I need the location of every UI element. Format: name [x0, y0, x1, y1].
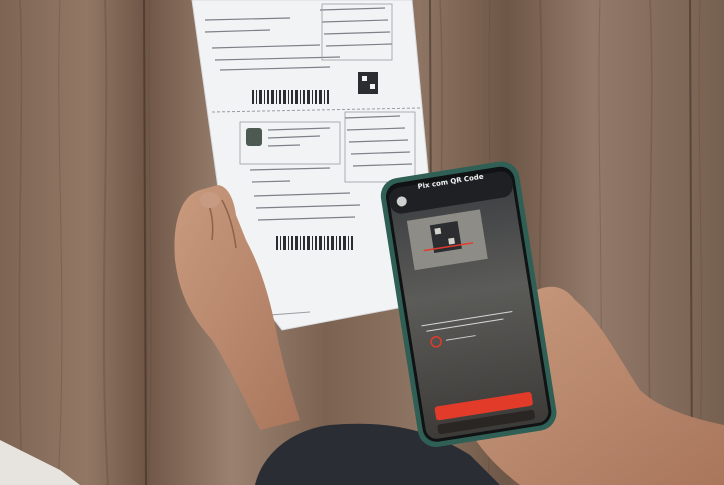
photo-illustration — [0, 0, 724, 485]
coat-of-arms-icon — [246, 128, 262, 146]
photo-scene: Pix com QR Code — [0, 0, 724, 485]
qr-code-top — [358, 72, 378, 94]
